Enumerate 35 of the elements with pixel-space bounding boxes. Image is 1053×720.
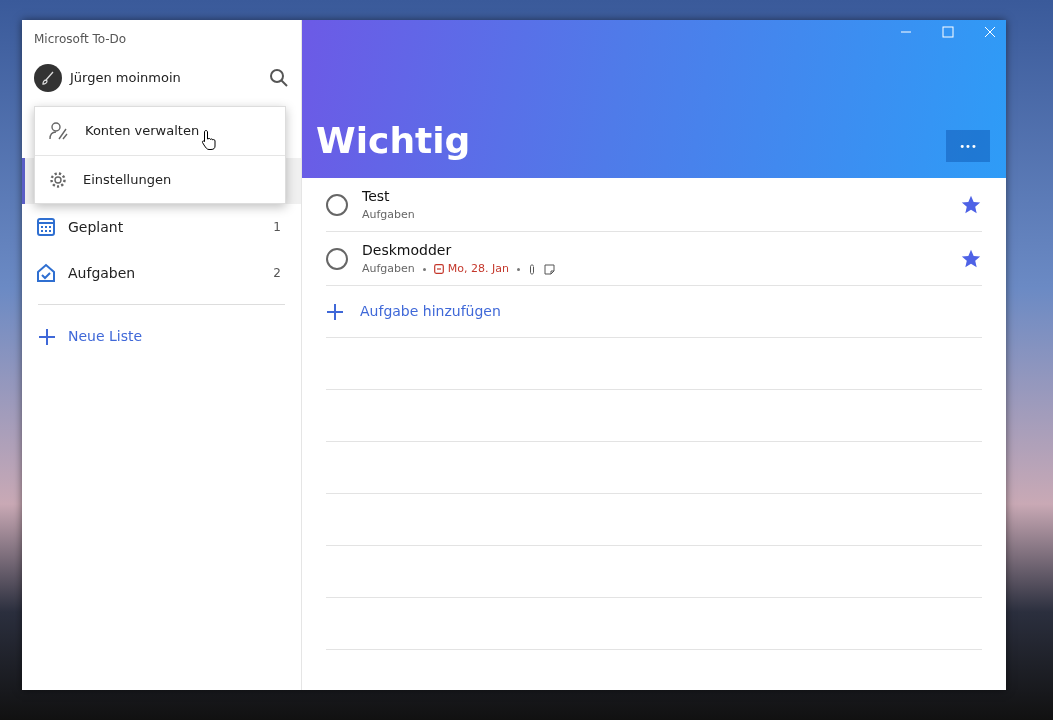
add-task-button[interactable]: Aufgabe hinzufügen — [326, 286, 982, 338]
avatar[interactable] — [34, 64, 62, 92]
calendar-icon — [433, 264, 444, 274]
due-date: Mo, 28. Jan — [433, 260, 509, 278]
app-title: Microsoft To-Do — [33, 31, 128, 48]
calendar-icon — [36, 217, 56, 237]
new-list-button[interactable]: Neue Liste — [38, 304, 285, 368]
item-count: 2 — [273, 265, 281, 282]
menu-item[interactable]: Konten verwalten — [35, 107, 285, 155]
task-list-name: Aufgaben — [362, 260, 415, 277]
settings-icon — [49, 170, 67, 189]
plus-icon — [326, 302, 344, 321]
dot-separator — [517, 267, 520, 271]
complete-checkbox[interactable] — [326, 193, 348, 216]
close-icon[interactable] — [984, 26, 996, 38]
search-icon[interactable] — [269, 68, 289, 88]
menu-item[interactable]: Einstellungen — [35, 155, 285, 203]
complete-checkbox[interactable] — [326, 247, 348, 270]
task-title: Test — [362, 186, 391, 206]
account-name[interactable]: Jürgen moinmoin — [70, 68, 181, 88]
more-button[interactable]: ••• — [946, 130, 990, 162]
sidebar-item[interactable]: Aufgaben 2 — [22, 250, 301, 296]
house-check-icon — [36, 263, 56, 283]
task-row[interactable]: Test Aufgaben — [326, 178, 982, 232]
list-title: Wichtig — [316, 118, 471, 162]
item-count: 1 — [273, 219, 281, 236]
task-row[interactable]: Deskmodder Aufgaben Mo, 28. Jan — [326, 232, 982, 286]
brush-icon — [41, 71, 55, 85]
hand-cursor-icon — [201, 129, 218, 151]
task-title: Deskmodder — [362, 240, 453, 260]
task-list-name: Aufgaben — [362, 206, 415, 223]
dot-separator — [422, 267, 426, 271]
plus-icon — [38, 327, 56, 346]
accounts-icon — [49, 121, 69, 141]
sidebar-item[interactable]: Geplant 1 — [22, 204, 301, 250]
